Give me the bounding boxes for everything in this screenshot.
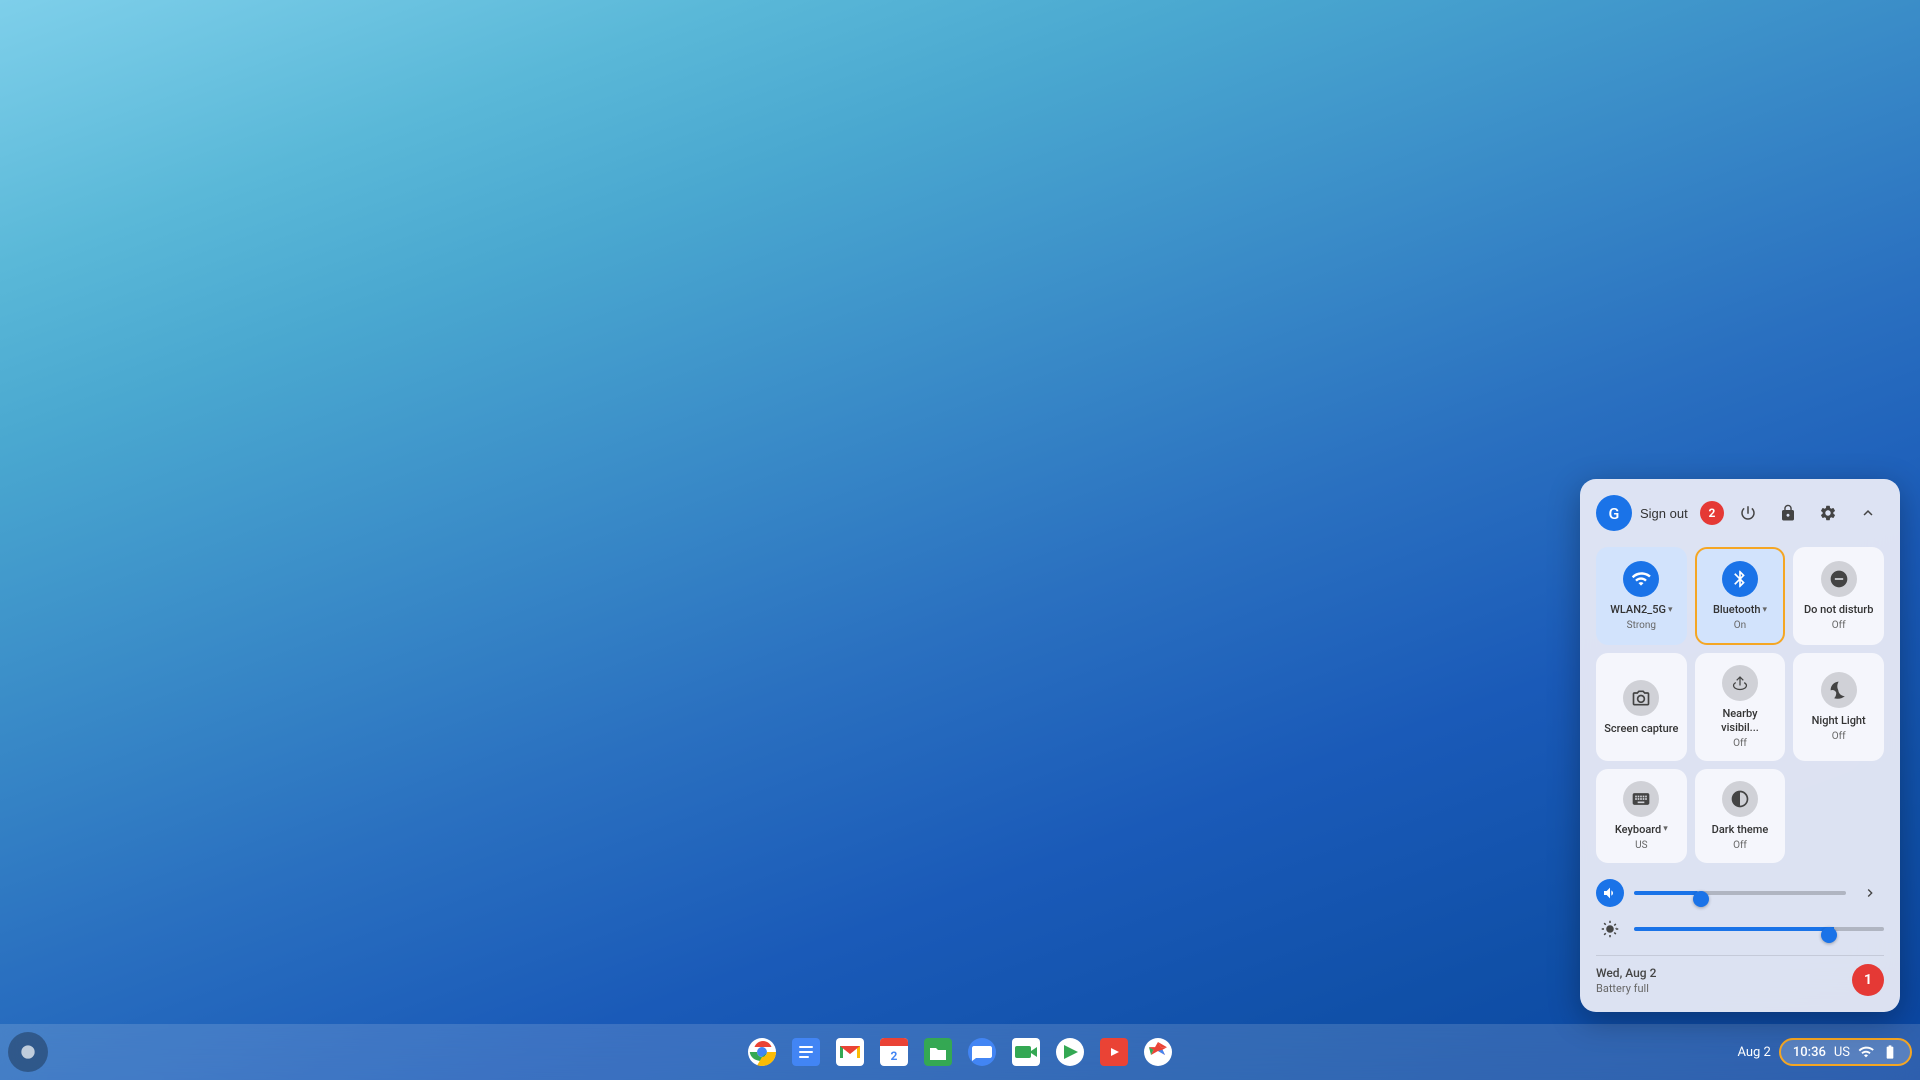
qs-date: Wed, Aug 2	[1596, 966, 1656, 980]
taskbar-date: Aug 2	[1737, 1045, 1770, 1060]
bluetooth-icon	[1722, 561, 1758, 597]
brightness-icon	[1596, 915, 1624, 943]
footer-notification-counter[interactable]: 1	[1852, 964, 1884, 996]
taskbar-app-photos[interactable]	[1138, 1032, 1178, 1072]
keyboard-tile[interactable]: Keyboard ▾ US	[1596, 769, 1687, 863]
dark-theme-label: Dark theme	[1712, 823, 1769, 836]
wifi-icon	[1623, 561, 1659, 597]
qs-battery: Battery full	[1596, 982, 1656, 995]
brightness-slider[interactable]	[1634, 927, 1884, 931]
collapse-button[interactable]	[1852, 497, 1884, 529]
wifi-sublabel: Strong	[1627, 620, 1656, 631]
taskbar-app-docs[interactable]	[786, 1032, 826, 1072]
taskbar-wifi-icon	[1858, 1044, 1874, 1060]
taskbar-center: 2	[742, 1032, 1178, 1072]
wifi-label-row: WLAN2_5G ▾	[1610, 603, 1672, 616]
system-tray[interactable]: 10:36 US	[1779, 1038, 1912, 1066]
wifi-label: WLAN2_5G	[1610, 603, 1666, 616]
quick-settings-sliders	[1596, 879, 1884, 943]
quick-settings-footer: Wed, Aug 2 Battery full 1	[1596, 955, 1884, 996]
volume-icon	[1596, 879, 1624, 907]
dark-theme-tile[interactable]: Dark theme Off	[1695, 769, 1786, 863]
keyboard-dropdown-arrow: ▾	[1663, 824, 1668, 834]
keyboard-sublabel: US	[1635, 840, 1647, 851]
bluetooth-tile[interactable]: Bluetooth ▾ On	[1695, 547, 1786, 645]
do-not-disturb-sublabel: Off	[1832, 620, 1846, 631]
do-not-disturb-icon	[1821, 561, 1857, 597]
night-light-icon	[1821, 672, 1857, 708]
brightness-slider-row	[1596, 915, 1884, 943]
taskbar-app-youtube[interactable]	[1094, 1032, 1134, 1072]
bluetooth-label: Bluetooth	[1713, 603, 1761, 616]
taskbar-app-gmail[interactable]	[830, 1032, 870, 1072]
lock-button[interactable]	[1772, 497, 1804, 529]
keyboard-label-row: Keyboard ▾	[1615, 823, 1668, 836]
night-light-label: Night Light	[1812, 714, 1866, 727]
bluetooth-sublabel: On	[1734, 620, 1746, 631]
do-not-disturb-label: Do not disturb	[1804, 603, 1873, 616]
night-light-sublabel: Off	[1832, 731, 1846, 742]
sign-out-button[interactable]: Sign out	[1640, 506, 1692, 521]
keyboard-icon	[1623, 781, 1659, 817]
night-light-tile[interactable]: Night Light Off	[1793, 653, 1884, 760]
taskbar: 2	[0, 1024, 1920, 1080]
volume-slider[interactable]	[1634, 891, 1846, 895]
nearby-share-icon	[1722, 665, 1758, 701]
screen-capture-label: Screen capture	[1604, 722, 1678, 735]
nearby-share-tile[interactable]: Nearby visibil... Off	[1695, 653, 1786, 760]
nearby-share-sublabel: Off	[1733, 738, 1747, 749]
taskbar-left	[8, 1032, 48, 1072]
taskbar-battery-icon	[1882, 1044, 1898, 1060]
taskbar-app-play[interactable]	[1050, 1032, 1090, 1072]
dark-theme-sublabel: Off	[1733, 840, 1747, 851]
do-not-disturb-tile[interactable]: Do not disturb Off	[1793, 547, 1884, 645]
screen-capture-icon	[1623, 680, 1659, 716]
date-battery-info: Wed, Aug 2 Battery full	[1596, 966, 1656, 995]
system-tray-locale: US	[1834, 1045, 1850, 1060]
quick-settings-tiles: WLAN2_5G ▾ Strong Bluetooth ▾ On	[1596, 547, 1884, 863]
system-tray-time: 10:36	[1793, 1045, 1826, 1060]
desktop: G Sign out 2	[0, 0, 1920, 1080]
quick-settings-panel: G Sign out 2	[1580, 479, 1900, 1012]
notification-badge[interactable]: 2	[1700, 501, 1724, 525]
screen-capture-tile[interactable]: Screen capture	[1596, 653, 1687, 760]
taskbar-app-calendar[interactable]: 2	[874, 1032, 914, 1072]
user-avatar[interactable]: G	[1596, 495, 1632, 531]
dark-theme-icon	[1722, 781, 1758, 817]
keyboard-label: Keyboard	[1615, 823, 1661, 836]
launcher-button[interactable]	[8, 1032, 48, 1072]
settings-button[interactable]	[1812, 497, 1844, 529]
taskbar-app-chrome[interactable]	[742, 1032, 782, 1072]
svg-text:2: 2	[891, 1049, 898, 1063]
volume-slider-row	[1596, 879, 1884, 907]
taskbar-right: Aug 2 10:36 US	[1737, 1038, 1912, 1066]
bluetooth-label-row: Bluetooth ▾	[1713, 603, 1767, 616]
wifi-dropdown-arrow: ▾	[1668, 605, 1673, 615]
taskbar-app-messages[interactable]	[962, 1032, 1002, 1072]
volume-expand-button[interactable]	[1856, 879, 1884, 907]
bluetooth-dropdown-arrow: ▾	[1763, 605, 1768, 615]
taskbar-app-files[interactable]	[918, 1032, 958, 1072]
nearby-share-label: Nearby visibil...	[1703, 707, 1778, 733]
wifi-tile[interactable]: WLAN2_5G ▾ Strong	[1596, 547, 1687, 645]
taskbar-app-meet[interactable]	[1006, 1032, 1046, 1072]
power-button[interactable]	[1732, 497, 1764, 529]
quick-settings-header: G Sign out 2	[1596, 495, 1884, 531]
